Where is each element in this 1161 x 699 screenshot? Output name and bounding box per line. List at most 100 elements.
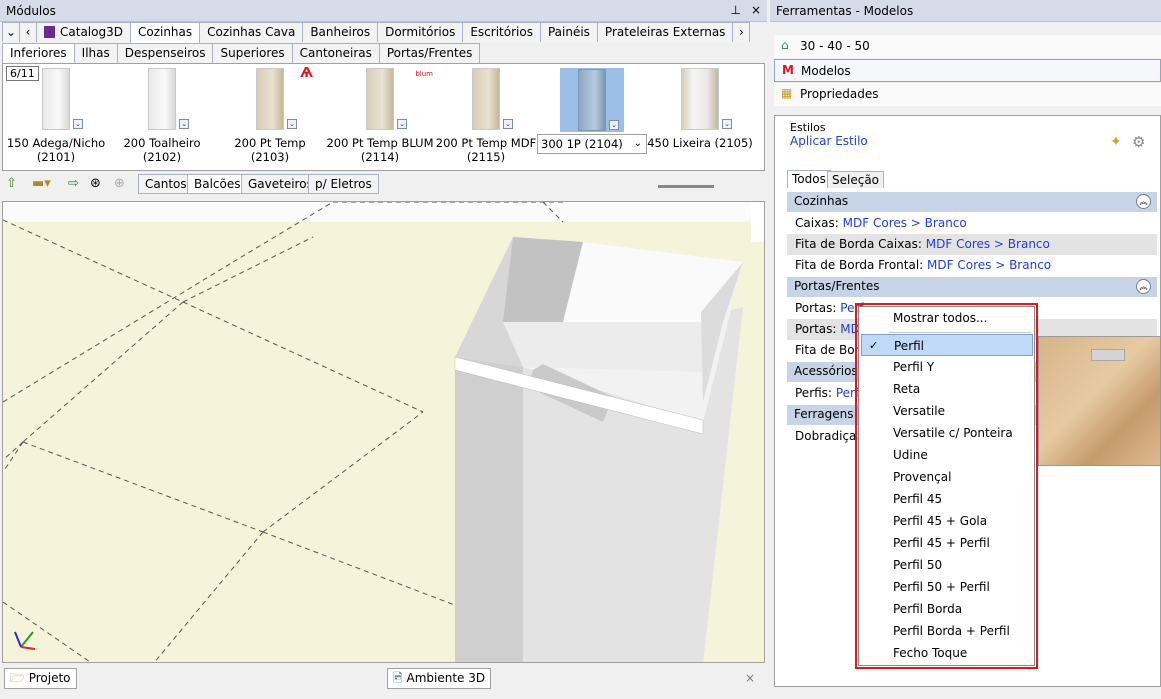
enter-icon[interactable]: ⇨ <box>68 175 79 193</box>
subcategory-tabs: Inferiores Ilhas Despenseiros Superiores… <box>2 43 481 64</box>
menu-item-fecho-toque[interactable]: Fecho Toque <box>861 642 1033 664</box>
estilos-label: Estilos <box>790 121 826 134</box>
selected-thumbnail: ⌄ <box>560 68 624 132</box>
close-icon[interactable]: × <box>751 3 761 17</box>
collapse-icon[interactable]: ︽ <box>1136 279 1151 294</box>
tab-banheiros[interactable]: Banheiros <box>302 22 379 42</box>
tabs-dropdown-icon[interactable]: ⌄ <box>2 22 20 42</box>
menu-item-perfil-y[interactable]: Perfil Y <box>861 356 1033 378</box>
nav-modelos[interactable]: M Modelos <box>774 59 1161 82</box>
menu-item-perfil-borda-perfil[interactable]: Perfil Borda + Perfil <box>861 620 1033 642</box>
module-item[interactable]: ⌄ blum 200 Pt Temp BLUM (2114) <box>325 68 435 164</box>
module-item[interactable]: ⌄ 450 Lixeira (2105) <box>645 68 755 150</box>
checkbox-icon[interactable]: ⌄ <box>73 119 83 129</box>
menu-item-udine[interactable]: Udine <box>861 444 1033 466</box>
lock-icon[interactable]: ⊕ <box>114 175 125 193</box>
menu-item-perfil-45-gola[interactable]: Perfil 45 + Gola <box>861 510 1033 532</box>
tab-superiores[interactable]: Superiores <box>212 43 293 63</box>
menu-item-mostrar-todos[interactable]: Mostrar todos... <box>861 307 1033 329</box>
ruler-icon[interactable]: ▬▾ <box>32 175 51 193</box>
tabs-left-icon[interactable]: ‹ <box>19 22 37 42</box>
section-cozinhas[interactable]: Cozinhas ︽ <box>787 192 1157 212</box>
module-gallery: 6/11 ⌄ 150 Adega/Nicho (2101) ⌄ 200 Toal… <box>2 63 765 171</box>
checkbox-icon[interactable]: ⌄ <box>722 119 732 129</box>
module-item-selected[interactable]: ⌄ 300 1P (2104) ⌄ <box>537 68 647 154</box>
resize-grip[interactable] <box>658 185 714 188</box>
menu-item-perfil-50-perfil[interactable]: Perfil 50 + Perfil <box>861 576 1033 598</box>
catalog3d-icon <box>44 26 55 38</box>
cabinet-model <box>454 237 743 662</box>
tab-todos[interactable]: Todos <box>787 170 831 188</box>
close-tab-icon[interactable]: × <box>745 671 755 685</box>
checkbox-icon[interactable]: ⌄ <box>179 119 189 129</box>
section-portas-frentes[interactable]: Portas/Frentes ︽ <box>787 277 1157 297</box>
menu-item-perfil-50[interactable]: Perfil 50 <box>861 554 1033 576</box>
tab-projeto[interactable]: 🗁 Projeto <box>4 668 77 689</box>
menu-item-perfil-45[interactable]: Perfil 45 <box>861 488 1033 510</box>
nav-30-40-50[interactable]: ⌂ 30 - 40 - 50 <box>774 35 1161 58</box>
pin-icon[interactable]: ⊥ <box>730 3 740 17</box>
checkbox-icon[interactable]: ⌄ <box>397 119 407 129</box>
door-profile-menu: Mostrar todos... ✓ Perfil Perfil Y Reta V… <box>858 306 1035 666</box>
tab-cozinhas-cava[interactable]: Cozinhas Cava <box>199 22 304 42</box>
menu-separator <box>889 332 1031 333</box>
binoculars-icon[interactable]: ⊛ <box>90 175 101 193</box>
module-variant-select[interactable]: 300 1P (2104) ⌄ <box>537 134 647 154</box>
tab-balcoes[interactable]: Balcões <box>187 174 248 194</box>
nav-propriedades[interactable]: ▦ Propriedades <box>774 83 1161 106</box>
tab-paineis[interactable]: Painéis <box>539 22 598 42</box>
tab-despenseiros[interactable]: Despenseiros <box>116 43 214 63</box>
tab-inferiores[interactable]: Inferiores <box>2 43 75 64</box>
property-row[interactable]: Fita de Borda Caixas: MDF Cores > Branco <box>787 234 1157 255</box>
document-tabs: 🗁 Projeto 🖻 Ambiente 3D × <box>0 666 767 692</box>
checkbox-icon[interactable]: ⌄ <box>609 120 619 130</box>
models-icon: M <box>782 63 794 77</box>
menu-item-provencal[interactable]: Provençal <box>861 466 1033 488</box>
tab-ambiente-3d[interactable]: 🖻 Ambiente 3D <box>387 668 492 689</box>
property-row[interactable]: Caixas: MDF Cores > Branco <box>787 213 1157 234</box>
menu-item-versatile[interactable]: Versatile <box>861 400 1033 422</box>
module-item[interactable]: ⌄ Ѧ 200 Pt Temp (2103) <box>215 67 325 165</box>
cabinet-thumbnail: ⌄ Ѧ <box>256 67 313 130</box>
tab-ilhas[interactable]: Ilhas <box>73 43 118 63</box>
cabinet-thumbnail: ⌄ <box>681 68 732 130</box>
tab-portas-frentes[interactable]: Portas/Frentes <box>378 43 481 63</box>
menu-item-reta[interactable]: Reta <box>861 378 1033 400</box>
tree-icon[interactable]: ⇧ <box>6 175 17 193</box>
tabs-right-icon[interactable]: › <box>732 22 751 42</box>
apply-style-link[interactable]: Aplicar Estilo <box>790 134 868 148</box>
tab-cantoneiras[interactable]: Cantoneiras <box>291 43 380 63</box>
module-item[interactable]: ⌄ 150 Adega/Nicho (2101) <box>1 68 111 164</box>
tab-p-eletros[interactable]: p/ Eletros <box>308 174 379 194</box>
tab-prateleiras-externas[interactable]: Prateleiras Externas <box>596 22 734 42</box>
3d-viewport[interactable] <box>2 201 765 663</box>
house-icon: ⌂ <box>781 38 789 52</box>
tab-cozinhas[interactable]: Cozinhas <box>129 22 201 43</box>
cabinet-thumbnail: ⌄ <box>148 68 189 130</box>
menu-item-versatile-ponteira[interactable]: Versatile c/ Ponteira <box>861 422 1033 444</box>
menu-item-perfil[interactable]: ✓ Perfil <box>861 334 1033 356</box>
wall-right <box>751 202 764 242</box>
chevron-down-icon: ⌄ <box>633 138 642 149</box>
property-row[interactable]: Fita de Borda Frontal: MDF Cores > Branc… <box>787 255 1157 276</box>
tab-selecao[interactable]: Seleção <box>827 171 885 188</box>
brand-logo-icon: Ѧ <box>300 66 313 81</box>
checkbox-icon[interactable]: ⌄ <box>287 119 297 129</box>
menu-item-perfil-borda[interactable]: Perfil Borda <box>861 598 1033 620</box>
tab-catalog3d[interactable]: Catalog3D <box>36 22 131 42</box>
new-style-icon[interactable]: ✦ <box>1110 134 1122 150</box>
module-item[interactable]: ⌄ 200 Toalheiro (2102) <box>107 68 217 164</box>
check-icon: ✓ <box>869 339 879 352</box>
tab-escritorios[interactable]: Escritórios <box>462 22 541 42</box>
checkbox-icon[interactable]: ⌄ <box>503 119 513 129</box>
gear-icon[interactable]: ⚙ <box>1132 133 1145 151</box>
module-item[interactable]: ⌄ 200 Pt Temp MDF (2115) <box>431 68 541 164</box>
collapse-icon[interactable]: ︽ <box>1136 194 1151 209</box>
cabinet-thumbnail: ⌄ blum <box>366 68 433 130</box>
menu-item-perfil-45-perfil[interactable]: Perfil 45 + Perfil <box>861 532 1033 554</box>
tab-dormitorios[interactable]: Dormitórios <box>377 22 464 42</box>
properties-icon: ▦ <box>781 86 793 100</box>
wall <box>3 202 764 222</box>
tab-cantos[interactable]: Cantos <box>138 174 194 194</box>
cabinet-thumbnail: ⌄ <box>42 68 83 130</box>
